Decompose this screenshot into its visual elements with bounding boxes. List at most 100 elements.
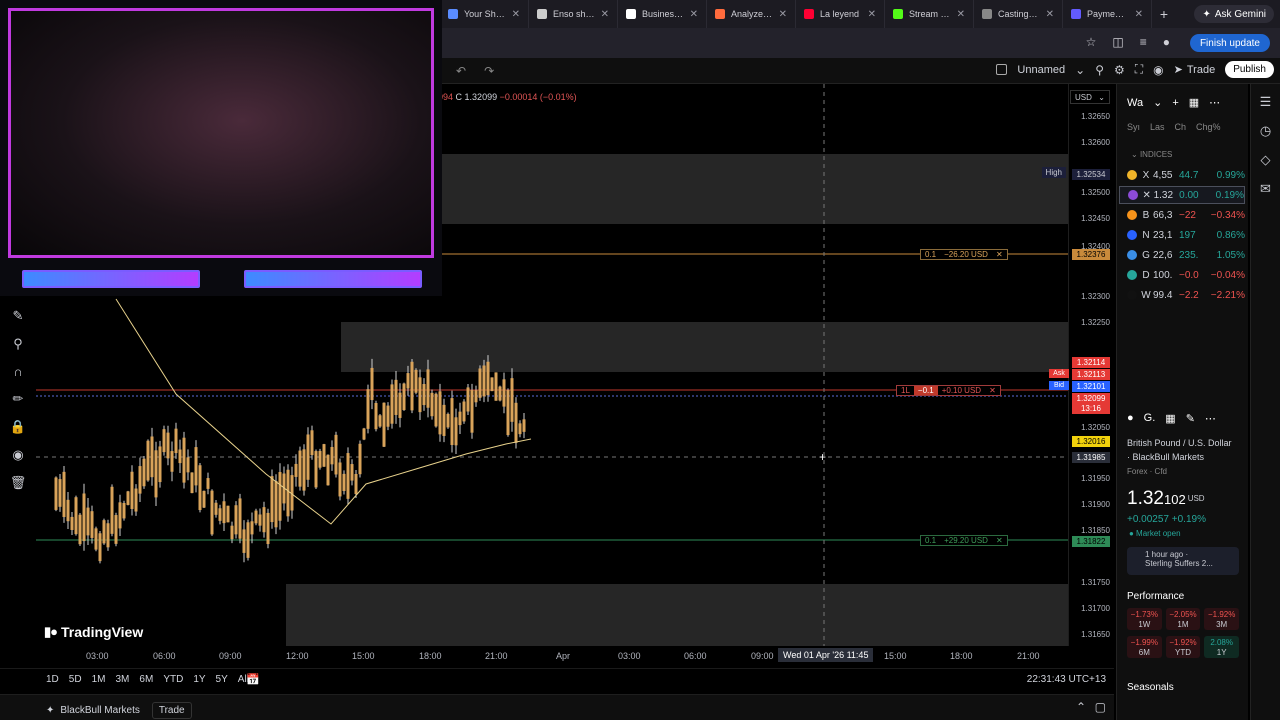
range-3m-button[interactable]: 3M: [116, 674, 130, 685]
fullscreen-icon[interactable]: ⛶: [1135, 62, 1143, 77]
browser-tab[interactable]: Payment L ✕: [1063, 0, 1152, 28]
profile-avatar-icon[interactable]: ●: [1163, 35, 1170, 49]
candle-body: [86, 507, 90, 536]
more-options-icon[interactable]: ⋯: [1209, 96, 1220, 109]
publish-button[interactable]: Publish: [1225, 61, 1274, 78]
search-icon[interactable]: ⚲: [1095, 63, 1104, 77]
header-trade-button[interactable]: ➤ Trade: [1174, 63, 1216, 77]
sl-close-icon[interactable]: ✕: [992, 250, 1007, 259]
layout-name[interactable]: Unnamed: [1017, 64, 1065, 76]
ohlc-legend: 32094 C 1.32099 −0.00014 (−0.01%): [428, 92, 577, 102]
calendar-icon[interactable]: 📅: [246, 673, 260, 686]
extensions-icon[interactable]: ◫: [1112, 35, 1123, 49]
tab-close-icon[interactable]: ✕: [957, 9, 965, 20]
pencil-lock-icon[interactable]: ✏: [13, 391, 24, 407]
tab-close-icon[interactable]: ✕: [601, 9, 609, 20]
redo-icon[interactable]: ↷: [484, 64, 494, 78]
entry-close-icon[interactable]: ✕: [985, 386, 1000, 395]
watchlist-row[interactable]: N 23,1 197 0.86%: [1119, 226, 1245, 244]
watchlist-row[interactable]: ✕ 1.32 0.00 0.19%: [1119, 186, 1245, 204]
finish-update-button[interactable]: Finish update: [1189, 34, 1270, 52]
broker-name[interactable]: BlackBull Markets: [60, 705, 139, 716]
performance-cell[interactable]: 2.08% 1Y: [1204, 636, 1239, 658]
layers-icon[interactable]: ◇: [1261, 152, 1271, 168]
watchlist-icon[interactable]: ☰: [1260, 94, 1272, 110]
undo-icon[interactable]: ↶: [456, 64, 466, 78]
performance-cell[interactable]: −1.92% 3M: [1204, 608, 1239, 630]
take-profit-order-tag[interactable]: 0.1 +29.20 USD ✕: [920, 535, 1008, 546]
news-card[interactable]: 1 hour ago · Sterling Suffers 2...: [1127, 547, 1239, 575]
watchlist-row[interactable]: B 66,3 −22 −0.34%: [1119, 206, 1245, 224]
browser-tab[interactable]: Stream - K ✕: [885, 0, 974, 28]
zoom-icon[interactable]: ⚲: [13, 336, 23, 352]
chevron-down-icon[interactable]: ⌄: [1153, 96, 1162, 109]
watchlist-section[interactable]: ⌄ INDICES: [1131, 150, 1172, 159]
watchlist-title[interactable]: Wa: [1127, 97, 1143, 109]
range-6m-button[interactable]: 6M: [139, 674, 153, 685]
add-symbol-icon[interactable]: +: [1172, 97, 1178, 109]
browser-tab[interactable]: La leyend ✕: [796, 0, 885, 28]
browser-tab[interactable]: Casting Ne ✕: [974, 0, 1063, 28]
trash-icon[interactable]: 🗑: [10, 475, 27, 491]
watchlist-row[interactable]: W 99.4 −2.2 −2.21%: [1119, 286, 1245, 304]
alerts-clock-icon[interactable]: ◷: [1260, 123, 1271, 139]
bookmark-star-icon[interactable]: ☆: [1086, 35, 1097, 49]
eye-icon[interactable]: ◉: [12, 447, 23, 463]
range-1d-button[interactable]: 1D: [46, 674, 59, 685]
settings-gear-icon[interactable]: ⚙: [1114, 63, 1125, 77]
watchlist-row[interactable]: G 22,6 235. 1.05%: [1119, 246, 1245, 264]
candle-body: [426, 369, 430, 408]
new-tab-button[interactable]: +: [1152, 6, 1176, 22]
stop-loss-order-tag[interactable]: 0.1 −26.20 USD ✕: [920, 249, 1008, 260]
lock-icon[interactable]: 🔒: [10, 419, 26, 435]
edit-icon[interactable]: ✎: [1186, 412, 1195, 425]
browser-tab[interactable]: Analyze my ✕: [707, 0, 796, 28]
chevron-down-icon[interactable]: ⌄: [1075, 63, 1085, 77]
range-1y-button[interactable]: 1Y: [193, 674, 205, 685]
watchlist-column-header[interactable]: Ch: [1175, 122, 1187, 132]
broker-trade-button[interactable]: Trade: [151, 702, 192, 719]
range-5y-button[interactable]: 5Y: [216, 674, 228, 685]
tab-close-icon[interactable]: ✕: [868, 9, 876, 20]
position-order-tag[interactable]: 1L −0.1 +0.10 USD ✕: [896, 385, 1001, 396]
watchlist-column-header[interactable]: Syı: [1127, 122, 1140, 132]
maximize-panel-icon[interactable]: ▢: [1095, 700, 1106, 714]
tab-close-icon[interactable]: ✕: [512, 9, 520, 20]
watchlist-column-header[interactable]: Chg%: [1196, 122, 1221, 132]
watchlist-row[interactable]: D 100. −0.0 −0.04%: [1119, 266, 1245, 284]
symbol-full-name[interactable]: British Pound / U.S. Dollar: [1127, 438, 1232, 448]
range-5d-button[interactable]: 5D: [69, 674, 82, 685]
tab-close-icon[interactable]: ✕: [1046, 9, 1054, 20]
range-ytd-button[interactable]: YTD: [163, 674, 183, 685]
tp-close-icon[interactable]: ✕: [992, 536, 1007, 545]
time-axis[interactable]: 03:00 06:00 09:00 12:00 15:00 18:00 21:00 Apr 03…: [36, 646, 1068, 666]
more-options-icon[interactable]: ⋯: [1205, 412, 1216, 425]
browser-tab[interactable]: Enso shish ✕: [529, 0, 618, 28]
performance-cell[interactable]: −1.73% 1W: [1127, 608, 1162, 630]
grid-layout-icon[interactable]: ▦: [1165, 412, 1175, 425]
currency-selector[interactable]: USD ⌄: [1070, 90, 1110, 104]
performance-cell[interactable]: −2.05% 1M: [1165, 608, 1201, 630]
tab-close-icon[interactable]: ✕: [779, 9, 787, 20]
symbol-code: W: [1141, 289, 1151, 301]
range-1m-button[interactable]: 1M: [92, 674, 106, 685]
grid-layout-icon[interactable]: ▦: [1189, 96, 1199, 109]
tab-close-icon[interactable]: ✕: [1135, 9, 1143, 20]
magnet-icon[interactable]: ∩: [13, 364, 22, 379]
browser-tab[interactable]: Your Shopp ✕: [440, 0, 529, 28]
ruler-icon[interactable]: ✎: [13, 308, 24, 324]
chat-icon[interactable]: ✉: [1260, 181, 1271, 197]
utc-clock[interactable]: 22:31:43 UTC+13: [1027, 674, 1106, 685]
tab-close-icon[interactable]: ✕: [690, 9, 698, 20]
price-axis[interactable]: 1.32650 1.32600 1.32500 1.32450 1.32400 1.323…: [1068, 84, 1114, 646]
performance-cell[interactable]: −1.99% 6M: [1127, 636, 1162, 658]
browser-tab[interactable]: Business L ✕: [618, 0, 707, 28]
layout-checkbox[interactable]: [996, 64, 1008, 75]
camera-icon[interactable]: ◉: [1153, 63, 1163, 77]
performance-cell[interactable]: −1.92% YTD: [1165, 636, 1201, 658]
watchlist-row[interactable]: X 4,55 44.7 0.99%: [1119, 166, 1245, 184]
watchlist-column-header[interactable]: Las: [1150, 122, 1165, 132]
menu-lines-icon[interactable]: ≡: [1140, 35, 1147, 49]
collapse-panel-icon[interactable]: ⌃: [1076, 700, 1086, 714]
ask-gemini-button[interactable]: ✦ Ask Gemini: [1194, 5, 1274, 23]
